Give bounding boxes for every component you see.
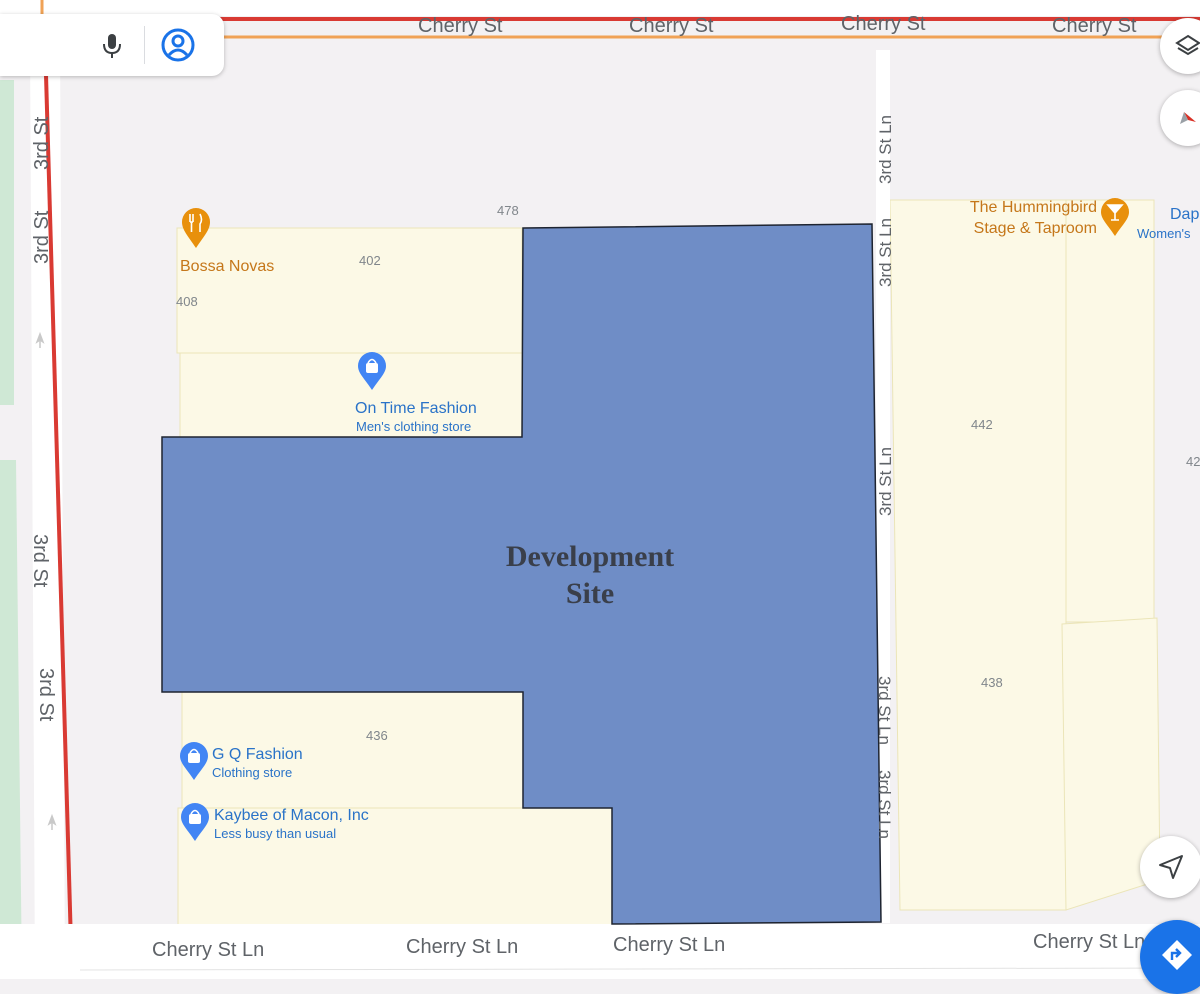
place-category: Women's xyxy=(1137,226,1191,241)
layers-icon xyxy=(1175,34,1200,56)
place-name: On Time Fashion xyxy=(355,400,477,417)
my-location-icon xyxy=(1159,855,1183,879)
street-label-cherry-st: Cherry St xyxy=(629,15,714,37)
address-number: 402 xyxy=(359,253,381,268)
street-label-3rd-st-ln: 3rd St Ln xyxy=(876,218,895,287)
address-number: 478 xyxy=(497,203,519,218)
place-name: Bossa Novas xyxy=(180,258,274,275)
directions-button[interactable] xyxy=(1140,920,1200,994)
building xyxy=(176,227,523,354)
mic-icon xyxy=(103,34,121,58)
building xyxy=(889,199,1067,911)
street-label-cherry-st: Cherry St xyxy=(841,13,926,35)
mic-button[interactable] xyxy=(96,29,128,61)
street-label-3rd-st-ln: 3rd St Ln xyxy=(875,676,894,745)
address-number: 408 xyxy=(176,294,198,309)
street-label-3rd-st: 3rd St xyxy=(31,210,53,264)
street-label-cherry-st-ln: Cherry St Ln xyxy=(1033,931,1145,953)
place-name: Kaybee of Macon, Inc xyxy=(214,807,369,824)
street-label-cherry-st: Cherry St xyxy=(1052,15,1137,37)
place-name: Dap xyxy=(1170,206,1199,223)
address-number: 436 xyxy=(366,728,388,743)
compass-icon xyxy=(1180,112,1196,124)
street-label-cherry-st-ln: Cherry St Ln xyxy=(152,939,264,961)
building xyxy=(1065,199,1155,623)
address-number: 442 xyxy=(971,417,993,432)
place-name: The Hummingbird xyxy=(970,199,1097,216)
address-number: 438 xyxy=(981,675,1003,690)
street-label-3rd-st: 3rd St xyxy=(35,668,57,722)
place-name: G Q Fashion xyxy=(212,746,303,763)
street-label-cherry-st: Cherry St xyxy=(418,15,503,37)
bag-glyph xyxy=(189,814,201,824)
street-label-3rd-st-ln: 3rd St Ln xyxy=(875,770,894,839)
street-label-3rd-st-ln: 3rd St Ln xyxy=(876,115,895,184)
map-canvas[interactable]: Development Site t Cherry St Cherry St C… xyxy=(0,0,1200,979)
street-label-3rd-st: 3rd St xyxy=(29,534,51,588)
place-name: Stage & Taproom xyxy=(974,220,1097,237)
bag-glyph xyxy=(188,753,200,763)
search-bar[interactable] xyxy=(0,14,224,76)
street-label-cherry-st-ln: Cherry St Ln xyxy=(406,936,518,958)
place-status: Less busy than usual xyxy=(214,826,336,841)
development-site-label: Site xyxy=(566,577,614,610)
street-label-3rd-st-ln: 3rd St Ln xyxy=(876,447,895,516)
address-number: 42 xyxy=(1186,454,1200,469)
place-category: Men's clothing store xyxy=(356,419,471,434)
place-category: Clothing store xyxy=(212,765,292,780)
bag-glyph xyxy=(366,363,378,373)
my-location-button[interactable] xyxy=(1140,836,1200,898)
divider xyxy=(144,26,145,64)
account-button[interactable] xyxy=(160,27,196,63)
park-area xyxy=(0,80,14,405)
development-site-label: Development xyxy=(506,540,674,573)
street-label-3rd-st: 3rd St xyxy=(31,116,53,170)
park-area xyxy=(0,460,22,979)
account-icon xyxy=(161,28,195,62)
street-label-cherry-st-ln: Cherry St Ln xyxy=(613,934,725,956)
directions-icon xyxy=(1162,940,1192,970)
